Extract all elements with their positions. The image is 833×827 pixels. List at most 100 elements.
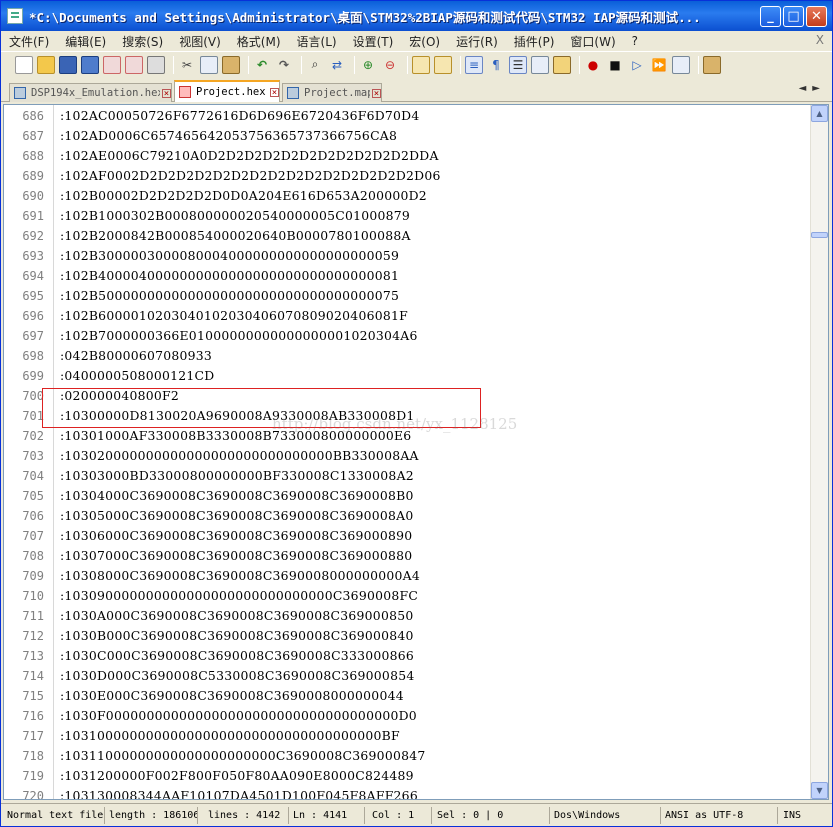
menu-plugins[interactable]: 插件(P) (506, 33, 563, 50)
scroll-down-button[interactable]: ▼ (811, 782, 828, 799)
code-line[interactable]: :102B00002D2D2D2D2D0D0A204E616D653A20000… (60, 186, 427, 206)
zoom-out-icon[interactable]: ⊖ (381, 56, 399, 74)
code-line[interactable]: :10305000C3690008C3690008C3690008C369000… (60, 506, 413, 526)
menu-format[interactable]: 格式(M) (229, 33, 289, 50)
maximize-button[interactable]: □ (783, 6, 804, 27)
spell-check-icon[interactable] (703, 55, 721, 74)
scrollbar-thumb[interactable] (811, 232, 828, 238)
tab-dsp194x-emulation[interactable]: DSP194x_Emulation.hex × (9, 83, 172, 102)
menu-search[interactable]: 搜索(S) (114, 33, 171, 50)
replace-icon[interactable]: ⇄ (328, 56, 346, 74)
find-icon[interactable]: ⌕ (306, 56, 324, 74)
play-macro-icon[interactable]: ▷ (628, 56, 646, 74)
close-all-icon[interactable] (125, 55, 143, 74)
code-line[interactable]: :102B50000000000000000000000000000000000… (60, 286, 399, 306)
code-line[interactable]: :10311000000000000000000000C3690008C3690… (60, 746, 425, 766)
code-line[interactable]: :102AE0006C79210A0D2D2D2D2D2D2D2D2D2D2D2… (60, 146, 439, 166)
code-line[interactable]: :102AF0002D2D2D2D2D2D2D2D2D2D2D2D2D2D2D2… (60, 166, 441, 186)
toolbar-separator (173, 55, 174, 74)
code-line[interactable]: :103130008344AAF10107DA4501D100F045F8AFF… (60, 786, 418, 799)
code-line[interactable]: :102B7000000366E010000000000000000010203… (60, 326, 418, 346)
code-line[interactable]: :103090000000000000000000000000000C36900… (60, 586, 418, 606)
scroll-up-button[interactable]: ▲ (811, 105, 828, 122)
show-all-chars-icon[interactable]: ¶ (487, 56, 505, 74)
code-line[interactable]: :103100000000000000000000000000000000000… (60, 726, 400, 746)
code-line[interactable]: :042B80000607080933 (60, 346, 212, 366)
doc-map-icon[interactable] (531, 55, 549, 74)
menu-file[interactable]: 文件(F) (1, 33, 57, 50)
function-list-icon[interactable] (553, 55, 571, 74)
word-wrap-icon[interactable]: ≡ (465, 55, 483, 74)
code-line[interactable]: :102B60000102030401020304060708090204060… (60, 306, 408, 326)
status-encoding[interactable]: ANSI as UTF-8 (661, 807, 778, 824)
save-macro-icon[interactable] (672, 55, 690, 74)
tab-close-icon[interactable]: × (270, 87, 279, 97)
sync-v-icon[interactable] (412, 55, 430, 74)
indent-guide-icon[interactable]: ☰ (509, 55, 527, 74)
menu-edit[interactable]: 编辑(E) (57, 33, 114, 50)
stop-record-icon[interactable]: ■ (606, 56, 624, 74)
menu-settings[interactable]: 设置(T) (345, 33, 402, 50)
paste-icon[interactable] (222, 55, 240, 74)
sync-h-icon[interactable] (434, 55, 452, 74)
code-line[interactable]: :1031200000F002F800F050F80AA090E8000C824… (60, 766, 414, 786)
menu-view[interactable]: 视图(V) (171, 33, 229, 50)
code-line[interactable]: :10308000C3690008C3690008C36900080000000… (60, 566, 420, 586)
run-macro-multiple-icon[interactable]: ⏩ (650, 56, 668, 74)
code-line[interactable]: :10303000BD33000800000000BF330008C133000… (60, 466, 414, 486)
close-document-button[interactable]: X (816, 33, 824, 47)
menu-run[interactable]: 运行(R) (448, 33, 506, 50)
tab-project-map[interactable]: Project.map × (282, 83, 382, 102)
tab-scroll-arrows[interactable]: ◄► (799, 83, 826, 94)
print-icon[interactable] (147, 55, 165, 74)
redo-icon[interactable]: ↷ (275, 56, 293, 74)
code-line[interactable]: :102B40000400000000000000000000000000000… (60, 266, 399, 286)
code-line[interactable]: :10304000C3690008C3690008C3690008C369000… (60, 486, 414, 506)
code-line[interactable]: :0400000508000121CD (60, 366, 214, 386)
code-line[interactable]: :1030E000C3690008C3690008C36900080000000… (60, 686, 404, 706)
document-modified-icon (179, 86, 191, 98)
save-icon[interactable] (59, 55, 77, 74)
code-line[interactable]: :1030B000C3690008C3690008C3690008C369000… (60, 626, 414, 646)
code-line[interactable]: :10307000C3690008C3690008C3690008C369000… (60, 546, 412, 566)
zoom-in-icon[interactable]: ⊕ (359, 56, 377, 74)
record-macro-icon[interactable]: ● (584, 56, 602, 74)
watermark: http://blog.csdn.net/yx_1128125 (272, 415, 518, 433)
cut-icon[interactable]: ✂ (178, 56, 196, 74)
open-file-icon[interactable] (37, 55, 55, 74)
save-all-icon[interactable] (81, 55, 99, 74)
code-line[interactable]: :1030C000C3690008C3690008C3690008C333000… (60, 646, 414, 666)
code-line[interactable]: :10306000C3690008C3690008C3690008C369000… (60, 526, 412, 546)
menu-language[interactable]: 语言(L) (289, 33, 345, 50)
status-eol-format[interactable]: Dos\Windows (550, 807, 661, 824)
status-insert-mode[interactable]: INS (779, 807, 830, 824)
code-line[interactable]: :1030D000C3690008C5330008C3690008C369000… (60, 666, 414, 686)
menu-window[interactable]: 窗口(W) (562, 33, 623, 50)
line-number: 691 (22, 209, 44, 223)
code-line[interactable]: :102AC00050726F6772616D6D696E6720436F6D7… (60, 106, 419, 126)
close-icon[interactable] (103, 55, 121, 74)
code-line[interactable]: :103020000000000000000000000000000BB3300… (60, 446, 419, 466)
copy-icon[interactable] (200, 55, 218, 74)
code-line[interactable]: :102B1000302B000800000020540000005C01000… (60, 206, 410, 226)
notepad-app-icon[interactable] (7, 8, 23, 24)
code-line[interactable]: :102B30000030000800040000000000000000000… (60, 246, 399, 266)
text-editor[interactable]: 686 687 688 689 690 691 692 693 694 695 696 697 698 6… (3, 104, 829, 800)
status-file-type: Normal text file (3, 807, 105, 824)
tab-close-icon[interactable]: × (162, 88, 171, 98)
minimize-button[interactable]: _ (760, 6, 781, 27)
menu-macro[interactable]: 宏(O) (401, 33, 448, 50)
new-file-icon[interactable] (15, 55, 33, 74)
code-line[interactable]: :1030A000C3690008C3690008C3690008C369000… (60, 606, 413, 626)
code-line[interactable]: :102AD0006C657465642053756365737366756CA… (60, 126, 397, 146)
code-line[interactable]: :1030F0000000000000000000000000000000000… (60, 706, 417, 726)
title-bar[interactable]: *C:\Documents and Settings\Administrator… (1, 1, 832, 31)
close-window-button[interactable]: ✕ (806, 6, 827, 27)
toolbar-separator (248, 55, 249, 74)
vertical-scrollbar[interactable]: ▲ ▼ (810, 105, 828, 799)
undo-icon[interactable]: ↶ (253, 56, 271, 74)
tab-close-icon[interactable]: × (372, 88, 381, 98)
tab-project-hex[interactable]: Project.hex × (174, 80, 280, 102)
code-line[interactable]: :102B2000842B000854000020640B00007801000… (60, 226, 411, 246)
menu-help[interactable]: ? (624, 34, 646, 48)
